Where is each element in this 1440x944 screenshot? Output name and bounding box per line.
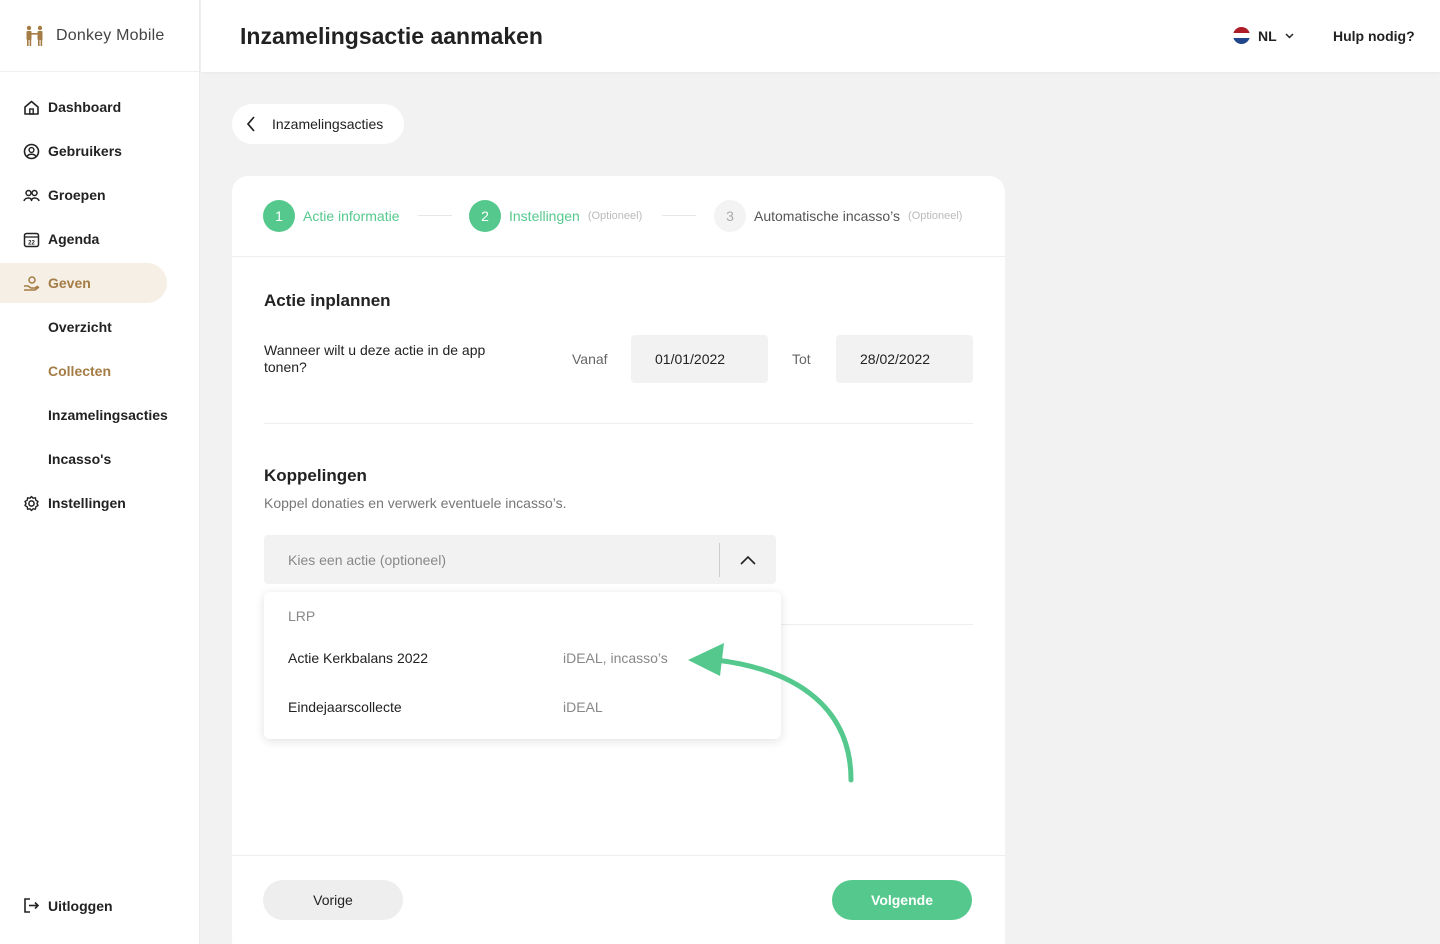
dropdown-group-label: LRP xyxy=(288,608,316,624)
home-icon xyxy=(23,99,40,116)
sidebar-item-groepen[interactable]: Groepen xyxy=(0,175,200,215)
help-link[interactable]: Hulp nodig? xyxy=(1333,28,1415,44)
annotation-arrow-icon xyxy=(688,643,854,783)
sidebar-item-geven[interactable]: Geven xyxy=(0,263,167,303)
form-card: 1 Actie informatie 2 Instellingen (Optio… xyxy=(232,176,1005,944)
schedule-question: Wanneer wilt u deze actie in de app tone… xyxy=(264,342,486,375)
links-subtitle: Koppel donaties en verwerk eventuele inc… xyxy=(264,495,567,511)
action-select[interactable]: Kies een actie (optioneel) xyxy=(264,535,776,584)
step-3[interactable]: 3 Automatische incasso’s (Optioneel) xyxy=(714,200,962,232)
chevron-left-icon xyxy=(246,116,258,132)
step-optional: (Optioneel) xyxy=(587,210,643,222)
step-number: 3 xyxy=(714,200,746,232)
user-circle-icon xyxy=(23,143,40,160)
sidebar-nav: Dashboard Gebruikers Groepen 22 Agenda G… xyxy=(0,87,200,527)
section-divider xyxy=(264,423,973,424)
step-optional: (Optioneel) xyxy=(908,210,963,222)
to-label: Tot xyxy=(792,351,811,367)
links-title: Koppelingen xyxy=(264,466,367,485)
brand-name: Donkey Mobile xyxy=(56,26,165,44)
donkey-logo-icon xyxy=(23,24,47,48)
start-date-input[interactable] xyxy=(631,335,768,383)
sidebar-item-gebruikers[interactable]: Gebruikers xyxy=(0,131,200,171)
sidebar-item-label: Geven xyxy=(48,275,91,291)
sidebar-item-label: Inzamelingsacties xyxy=(48,407,168,423)
footer-divider xyxy=(232,855,1005,856)
language-code: NL xyxy=(1258,27,1277,44)
option-name: Eindejaarscollecte xyxy=(288,699,402,715)
sidebar-item-label: Gebruikers xyxy=(48,143,122,159)
step-label: Automatische incasso’s xyxy=(754,208,901,224)
step-divider xyxy=(418,215,452,216)
step-label: Actie informatie xyxy=(303,208,400,224)
logo[interactable]: Donkey Mobile xyxy=(0,0,199,72)
chevron-down-icon xyxy=(1285,31,1294,41)
select-placeholder: Kies een actie (optioneel) xyxy=(288,551,446,568)
sidebar-item-incassos[interactable]: Incasso's xyxy=(0,439,200,479)
sidebar-item-overzicht[interactable]: Overzicht xyxy=(0,307,200,347)
sidebar-item-instellingen[interactable]: Instellingen xyxy=(0,483,200,523)
sidebar-item-collecten[interactable]: Collecten xyxy=(0,351,200,391)
sidebar-item-inzamelingsacties[interactable]: Inzamelingsacties xyxy=(0,395,200,435)
svg-text:22: 22 xyxy=(28,240,35,246)
calendar-icon: 22 xyxy=(23,231,40,248)
chevron-up-icon[interactable] xyxy=(720,555,776,565)
logout-label: Uitloggen xyxy=(48,897,113,914)
step-2[interactable]: 2 Instellingen (Optioneel) xyxy=(469,200,642,232)
giving-hand-icon xyxy=(23,275,40,292)
schedule-title: Actie inplannen xyxy=(264,291,391,310)
sidebar-item-dashboard[interactable]: Dashboard xyxy=(0,87,200,127)
sidebar-item-label: Incasso's xyxy=(48,451,112,467)
gear-icon xyxy=(23,495,40,512)
sidebar-item-label: Collecten xyxy=(48,363,112,379)
step-1[interactable]: 1 Actie informatie xyxy=(263,200,399,232)
option-methods: iDEAL xyxy=(563,699,603,715)
step-divider xyxy=(662,215,696,216)
sidebar: Donkey Mobile Dashboard Gebruikers Groep… xyxy=(0,0,200,944)
from-label: Vanaf xyxy=(572,351,608,367)
group-icon xyxy=(23,187,40,204)
sidebar-item-label: Overzicht xyxy=(48,319,112,335)
nl-flag-icon xyxy=(1233,27,1250,44)
logout-button[interactable]: Uitloggen xyxy=(23,897,113,914)
top-header: Inzamelingsactie aanmaken NL Hulp nodig? xyxy=(201,0,1440,72)
back-button[interactable]: Inzamelingsacties xyxy=(232,104,404,144)
option-methods: iDEAL, incasso’s xyxy=(563,650,668,666)
previous-button[interactable]: Vorige xyxy=(263,880,403,920)
sidebar-item-agenda[interactable]: 22 Agenda xyxy=(0,219,200,259)
next-button[interactable]: Volgende xyxy=(832,880,972,920)
option-name: Actie Kerkbalans 2022 xyxy=(288,650,429,666)
back-label: Inzamelingsacties xyxy=(272,116,384,132)
step-number: 2 xyxy=(469,200,501,232)
language-selector[interactable]: NL xyxy=(1233,27,1294,44)
page-title: Inzamelingsactie aanmaken xyxy=(240,22,543,49)
step-label: Instellingen xyxy=(509,208,580,224)
logout-icon xyxy=(23,897,40,914)
stepper: 1 Actie informatie 2 Instellingen (Optio… xyxy=(232,176,1005,257)
sidebar-item-label: Dashboard xyxy=(48,99,122,115)
sidebar-item-label: Agenda xyxy=(48,231,100,247)
sidebar-item-label: Instellingen xyxy=(48,495,126,511)
sidebar-item-label: Groepen xyxy=(48,187,106,203)
step-number: 1 xyxy=(263,200,295,232)
end-date-input[interactable] xyxy=(836,335,973,383)
